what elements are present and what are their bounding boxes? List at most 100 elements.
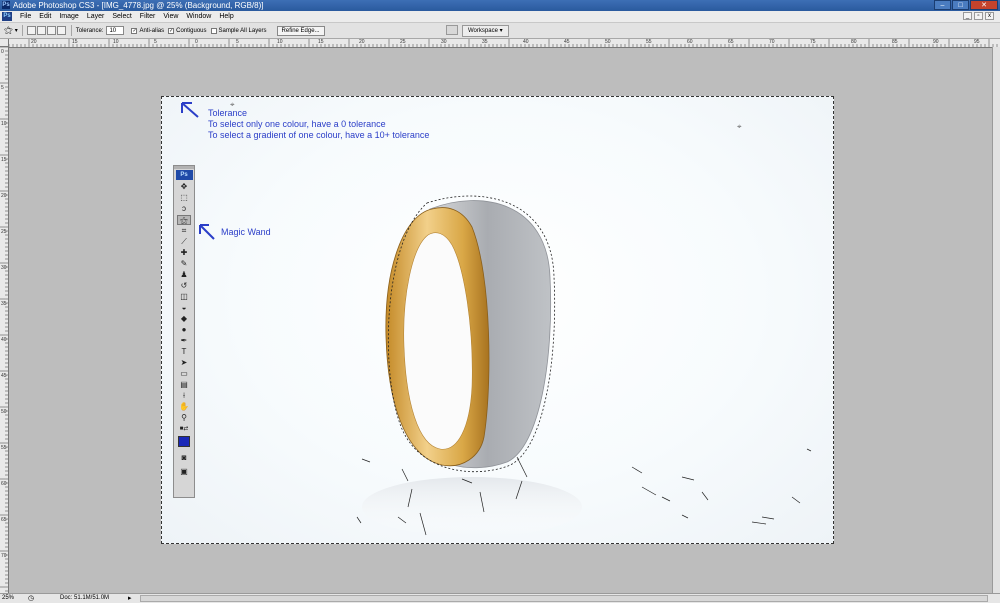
sample-all-layers-checkbox[interactable] — [210, 27, 217, 34]
ruler-label: 15 — [72, 39, 78, 45]
anti-alias-label: Anti-alias — [139, 27, 165, 34]
crop-tool-icon[interactable]: ⌗ — [177, 226, 191, 236]
blur-tool-icon[interactable]: ◆ — [177, 314, 191, 324]
ruler-label: 5 — [236, 39, 239, 45]
contiguous-label: Contiguous — [176, 27, 207, 34]
menu-item-image[interactable]: Image — [55, 11, 82, 22]
paint-bucket-icon[interactable]: ◒ — [177, 303, 191, 313]
menu-item-edit[interactable]: Edit — [35, 11, 55, 22]
status-arrow-icon[interactable]: ▸ — [128, 594, 132, 602]
type-tool-icon[interactable]: T — [177, 347, 191, 357]
ruler-label: 30 — [1, 265, 7, 271]
move-tool-icon[interactable]: ✥ — [177, 182, 191, 192]
ruler-label: 40 — [1, 337, 7, 343]
notes-tool-icon[interactable]: ▤ — [177, 380, 191, 390]
quick-mask-icon[interactable]: ◙ — [177, 453, 191, 463]
hand-tool-icon[interactable]: ✋ — [177, 402, 191, 412]
history-brush-icon[interactable]: ↺ — [177, 281, 191, 291]
subtract-from-selection-icon[interactable] — [46, 26, 56, 35]
document-icon: Ps — [2, 12, 12, 21]
minimize-icon[interactable]: – — [934, 0, 951, 10]
new-selection-icon[interactable] — [26, 26, 36, 35]
menu-item-window[interactable]: Window — [182, 11, 215, 22]
doc-close-icon[interactable]: x — [985, 12, 994, 20]
document-controls: _ ▫ x — [963, 12, 994, 20]
ruler-label: 85 — [892, 39, 898, 45]
menu-item-file[interactable]: File — [16, 11, 35, 22]
menu-item-select[interactable]: Select — [108, 11, 135, 22]
ruler-label: 0 — [195, 39, 198, 45]
document-size[interactable]: Doc: 51.1M/51.0M — [60, 595, 109, 601]
ruler-label: 95 — [974, 39, 980, 45]
menu-item-view[interactable]: View — [159, 11, 182, 22]
menu-items: File Edit Image Layer Select Filter View Window… — [16, 11, 238, 22]
menu-item-layer[interactable]: Layer — [83, 11, 109, 22]
healing-brush-icon[interactable]: ✚ — [177, 248, 191, 258]
add-to-selection-icon[interactable] — [36, 26, 46, 35]
contiguous-checkbox[interactable]: ✓ — [168, 27, 175, 34]
screen-mode-icon[interactable]: ▣ — [177, 467, 191, 477]
ruler-label: 10 — [113, 39, 119, 45]
sample-all-layers-label: Sample All Layers — [218, 27, 267, 34]
title-bar: Ps Adobe Photoshop CS3 - [IMG_4778.jpg @… — [0, 0, 1000, 11]
pen-tool-icon[interactable]: ✒ — [177, 336, 191, 346]
eraser-tool-icon[interactable]: ◫ — [177, 292, 191, 302]
close-icon[interactable]: ✕ — [970, 0, 998, 10]
workspace-button[interactable]: Workspace ▾ — [462, 25, 509, 37]
ruler-label: 50 — [605, 39, 611, 45]
tool-preset-dropdown-icon[interactable]: ▾ — [15, 27, 18, 34]
horizontal-scrollbar[interactable] — [140, 595, 988, 602]
ruler-label: 35 — [482, 39, 488, 45]
separator — [70, 25, 72, 36]
tolerance-arrow-icon — [181, 102, 199, 118]
doc-minimize-icon[interactable]: _ — [963, 12, 972, 20]
ruler-label: 45 — [1, 373, 7, 379]
tolerance-line-1: To select only one colour, have a 0 tole… — [208, 119, 386, 129]
anti-alias-checkbox[interactable]: ✓ — [131, 27, 138, 34]
ruler-label: 35 — [1, 301, 7, 307]
vertical-scrollbar[interactable] — [992, 47, 1000, 593]
lasso-tool-icon[interactable]: ↄ — [177, 204, 191, 214]
ruler-origin[interactable] — [0, 39, 9, 47]
marquee-tool-icon[interactable]: ⬚ — [177, 193, 191, 203]
ruler-label: 15 — [318, 39, 324, 45]
document-canvas[interactable]: ⌖ ⌖ Tolerance To select only one colour,… — [161, 96, 834, 544]
clone-stamp-icon[interactable]: ♟ — [177, 270, 191, 280]
ruler-label: 25 — [400, 39, 406, 45]
brush-tool-icon[interactable]: ✎ — [177, 259, 191, 269]
go-to-bridge-icon[interactable] — [446, 25, 458, 35]
ruler-label: 60 — [687, 39, 693, 45]
vertical-ruler[interactable]: 0 5 10 15 20 25 30 35 40 45 50 55 60 65 70 — [0, 47, 9, 593]
doc-restore-icon[interactable]: ▫ — [974, 12, 983, 20]
crosshair-icon: ⌖ — [737, 122, 742, 131]
foreground-color-swatch[interactable] — [178, 436, 190, 447]
ruler-label: 55 — [646, 39, 652, 45]
maximize-icon[interactable]: □ — [952, 0, 969, 10]
status-icon[interactable]: ◷ — [28, 594, 34, 602]
menu-item-help[interactable]: Help — [215, 11, 237, 22]
magic-wand-arrow-icon — [199, 224, 215, 240]
magic-wand-icon[interactable]: ⚝ — [4, 25, 13, 36]
app-icon: Ps — [2, 1, 10, 9]
zoom-tool-icon[interactable]: ⚲ — [177, 413, 191, 423]
tolerance-label: Tolerance: — [75, 27, 104, 34]
dodge-tool-icon[interactable]: ● — [177, 325, 191, 335]
panel-grip[interactable] — [174, 166, 194, 169]
shape-tool-icon[interactable]: ▭ — [177, 369, 191, 379]
path-selection-icon[interactable]: ➤ — [177, 358, 191, 368]
ring-reflection — [362, 477, 582, 537]
magic-wand-tool-icon[interactable]: ⚝ — [177, 215, 191, 225]
horizontal-ruler[interactable]: 20 15 10 5 0 5 10 15 20 25 30 35 40 45 50 55 60 65 70 75 80 8… — [9, 39, 1000, 48]
ruler-label: 20 — [31, 39, 37, 45]
ruler-label: 10 — [277, 39, 283, 45]
zoom-level[interactable]: 25% — [2, 595, 14, 601]
options-bar: ⚝ ▾ Tolerance: 10 ✓ Anti-alias ✓ Contigu… — [0, 23, 1000, 39]
eyedropper-icon[interactable]: ⟊ — [177, 391, 191, 401]
ruler-label: 45 — [564, 39, 570, 45]
slice-tool-icon[interactable]: ⟋ — [177, 237, 191, 247]
refine-edge-button[interactable]: Refine Edge... — [276, 25, 325, 36]
default-colors-icon[interactable]: ■⇄ — [177, 424, 191, 434]
intersect-selection-icon[interactable] — [56, 26, 66, 35]
menu-item-filter[interactable]: Filter — [136, 11, 160, 22]
tolerance-input[interactable]: 10 — [106, 26, 125, 35]
